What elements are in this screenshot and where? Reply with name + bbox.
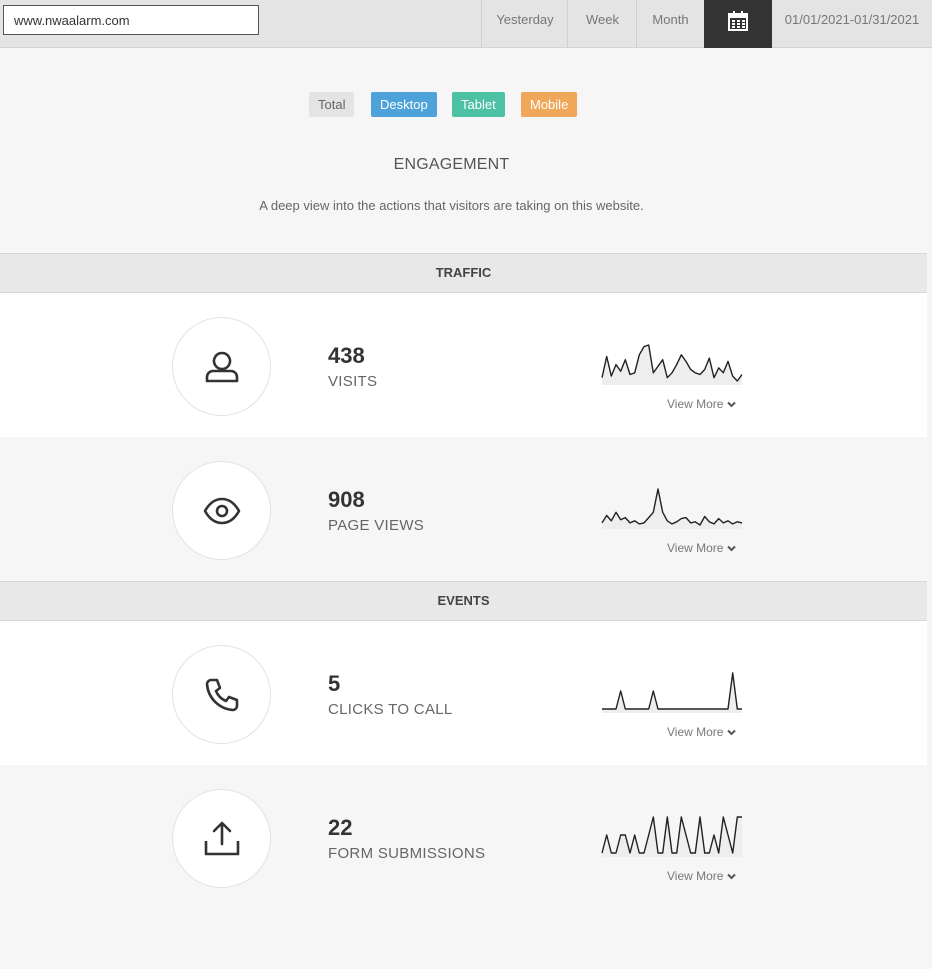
visits-label: VISITS xyxy=(328,373,378,390)
visits-value: 438 xyxy=(328,343,365,368)
view-more-label: View More xyxy=(667,869,724,883)
legend-tablet[interactable]: Tablet xyxy=(452,92,505,117)
visits-icon-circle xyxy=(172,317,271,416)
engagement-title: ENGAGEMENT xyxy=(393,156,510,173)
traffic-header: TRAFFIC xyxy=(0,253,927,293)
page-views-row: 908 PAGE VIEWS View More xyxy=(0,437,927,581)
clicks-to-call-view-more[interactable]: View More xyxy=(667,725,737,739)
calendar-icon xyxy=(728,11,748,31)
form-submissions-value: 22 xyxy=(328,815,353,840)
phone-icon xyxy=(205,678,238,711)
visits-row: 438 VISITS View More xyxy=(0,293,927,437)
chevron-down-icon xyxy=(727,873,737,879)
view-more-label: View More xyxy=(667,541,724,555)
sparkline-area xyxy=(602,673,742,713)
page-views-icon-circle xyxy=(172,461,271,560)
upload-icon xyxy=(204,821,239,855)
legend-desktop[interactable]: Desktop xyxy=(371,92,437,117)
legend-total[interactable]: Total xyxy=(309,92,355,117)
clicks-to-call-row: 5 CLICKS TO CALL View More xyxy=(0,621,927,765)
form-submissions-row: 22 FORM SUBMISSIONS View More xyxy=(0,765,927,909)
sparkline-area xyxy=(602,489,742,529)
page-views-view-more[interactable]: View More xyxy=(667,541,737,555)
view-more-label: View More xyxy=(667,397,724,411)
chevron-down-icon xyxy=(727,545,737,551)
eye-icon xyxy=(203,497,240,524)
form-submissions-label: FORM SUBMISSIONS xyxy=(328,845,486,862)
clicks-to-call-icon-circle xyxy=(172,645,271,744)
page-views-sparkline xyxy=(601,488,743,529)
user-icon xyxy=(205,351,238,382)
clicks-to-call-sparkline xyxy=(602,672,742,713)
visits-view-more[interactable]: View More xyxy=(667,397,737,411)
date-range-display[interactable]: 01/01/2021-01/31/2021 xyxy=(772,0,932,47)
calendar-button[interactable] xyxy=(704,0,772,48)
legend-mobile[interactable]: Mobile xyxy=(521,92,578,117)
clicks-to-call-label: CLICKS TO CALL xyxy=(328,701,453,718)
page-views-value: 908 xyxy=(328,487,365,512)
range-week-button[interactable]: Week xyxy=(567,0,637,47)
visits-sparkline xyxy=(601,344,743,385)
view-more-label: View More xyxy=(667,725,724,739)
events-header: EVENTS xyxy=(0,581,927,621)
engagement-description: A deep view into the actions that visito… xyxy=(259,198,644,213)
page-views-label: PAGE VIEWS xyxy=(328,517,425,534)
form-submissions-icon-circle xyxy=(172,789,271,888)
form-submissions-view-more[interactable]: View More xyxy=(667,869,737,883)
top-bar: Yesterday Week Month 01/01/2021-01/31/20… xyxy=(0,0,932,48)
form-submissions-sparkline xyxy=(601,816,742,857)
site-url-input[interactable] xyxy=(3,5,259,35)
range-month-button[interactable]: Month xyxy=(636,0,704,47)
chevron-down-icon xyxy=(727,729,737,735)
chevron-down-icon xyxy=(727,401,737,407)
clicks-to-call-value: 5 xyxy=(328,671,341,696)
range-yesterday-button[interactable]: Yesterday xyxy=(481,0,568,47)
